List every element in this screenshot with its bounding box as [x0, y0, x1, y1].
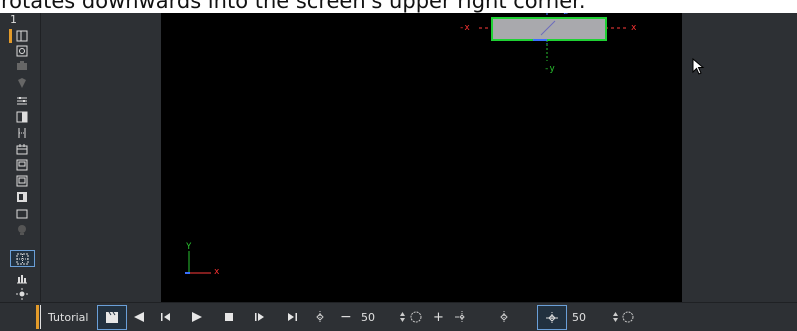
right-value-field[interactable]: 50 — [568, 308, 608, 326]
keyframe-next-icon — [455, 311, 465, 323]
play-button[interactable] — [189, 308, 205, 326]
keyframe-icon — [316, 311, 324, 323]
step-forward-icon — [255, 313, 264, 321]
frame-range-icon — [546, 311, 558, 324]
triangle-left-icon — [134, 312, 144, 322]
mouse-cursor-icon — [692, 58, 705, 75]
tutorial-label[interactable]: Tutorial — [48, 308, 88, 326]
step-forward-button[interactable] — [252, 308, 268, 326]
tutorial-marker-line — [40, 305, 41, 329]
play-icon — [192, 312, 202, 322]
contrast-icon[interactable] — [15, 110, 28, 123]
histogram-icon[interactable] — [15, 271, 28, 284]
keyframe-add-icon — [500, 311, 508, 323]
viewport-canvas — [185, 13, 627, 274]
right-spin-arrows[interactable] — [611, 308, 619, 326]
corner-y-label: Y — [186, 242, 192, 252]
black-white-icon[interactable] — [15, 190, 28, 203]
left-value-field[interactable]: 50 — [356, 308, 396, 326]
transform-icon[interactable] — [15, 126, 28, 139]
pos-x-label: x — [631, 23, 637, 33]
snapshot-icon[interactable] — [15, 44, 28, 57]
step-back-button[interactable] — [131, 308, 147, 326]
keyframe-prev-button[interactable] — [312, 308, 328, 326]
selected-object[interactable] — [491, 17, 607, 41]
stop-icon — [225, 313, 233, 321]
layout-icon[interactable] — [15, 29, 28, 42]
active-marker — [9, 29, 12, 43]
go-to-end-button[interactable] — [284, 308, 300, 326]
panel-icon[interactable] — [15, 158, 28, 171]
square-icon[interactable] — [15, 207, 28, 220]
loop-button[interactable] — [408, 308, 424, 326]
neg-y-label: -y — [544, 64, 555, 74]
loop-icon — [410, 311, 422, 323]
grid-select-icon[interactable] — [10, 250, 35, 267]
bottom-bar: Tutorial − 50 + 50 — [0, 302, 797, 331]
stop-button[interactable] — [221, 308, 237, 326]
go-to-start-button[interactable] — [158, 308, 174, 326]
increment-button[interactable]: + — [433, 308, 444, 326]
toolbar-number: 1 — [10, 13, 17, 26]
neg-x-label: -x — [459, 23, 470, 33]
loop-icon — [622, 311, 634, 323]
decrement-button[interactable]: − — [340, 308, 352, 326]
spin-arrows-icon — [399, 312, 405, 322]
keyframe-next-button[interactable] — [453, 308, 469, 326]
panel-alt-icon[interactable] — [15, 174, 28, 187]
skip-start-icon — [161, 313, 170, 321]
corner-x-label: x — [214, 267, 220, 277]
film-clapper-icon — [106, 311, 118, 323]
z-label: z — [563, 13, 568, 17]
sun-icon[interactable] — [15, 287, 28, 300]
film-clapper-button[interactable] — [97, 305, 127, 330]
left-spin-arrows[interactable] — [398, 308, 406, 326]
right-loop-button[interactable] — [620, 308, 636, 326]
camera-icon[interactable] — [15, 59, 28, 72]
caption-text: rotates downwards into the screen's uppe… — [0, 0, 797, 13]
settings-icon[interactable] — [15, 94, 28, 107]
bulb-icon[interactable] — [15, 223, 28, 236]
spin-arrows-icon — [612, 312, 618, 322]
left-value: 50 — [361, 310, 375, 324]
skip-end-icon — [288, 313, 297, 321]
right-side-panel — [682, 13, 797, 302]
calendar-icon[interactable] — [15, 142, 28, 155]
frame-range-button[interactable] — [537, 305, 567, 330]
left-toolbar: 1 — [0, 13, 41, 302]
light-icon[interactable] — [15, 76, 28, 89]
viewport-3d[interactable]: -x x -y z Y x — [161, 13, 682, 302]
right-value: 50 — [572, 310, 586, 324]
left-side-panel — [41, 13, 161, 302]
tutorial-marker — [36, 305, 39, 329]
keyframe-add-button[interactable] — [496, 308, 512, 326]
